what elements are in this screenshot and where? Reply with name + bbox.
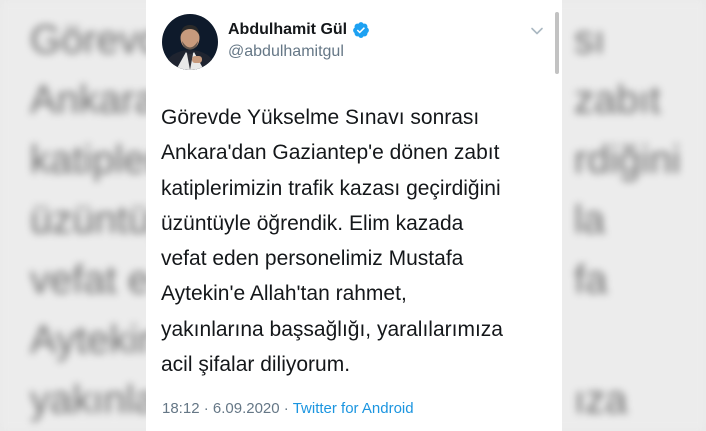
background-text-line: Aytekin bbox=[30, 318, 161, 362]
background-text-line: fa bbox=[574, 258, 608, 302]
author-name-row[interactable]: Abdulhamit Gül bbox=[228, 21, 370, 39]
tweet-footer: 18:12 · 6.09.2020 · Twitter for Android bbox=[162, 400, 414, 417]
background-text-line: ıza bbox=[574, 378, 628, 422]
tweet-source-link[interactable]: Twitter for Android bbox=[293, 400, 414, 417]
author-handle[interactable]: @abdulhamitgul bbox=[228, 43, 344, 61]
chevron-down-icon[interactable] bbox=[530, 24, 544, 38]
tweet-text-line: vefat eden personelimiz Mustafa bbox=[161, 247, 464, 271]
tweet-text-line: acil şifalar diliyorum. bbox=[161, 353, 351, 377]
background-text-line: vefat e bbox=[30, 258, 151, 302]
tweet-text-line: yakınlarına başsağlığı, yaralılarımıza bbox=[161, 317, 503, 341]
separator-dot: · bbox=[203, 400, 209, 417]
background-text-line: Ankara' bbox=[30, 78, 165, 122]
tweet-date[interactable]: 6.09.2020 bbox=[213, 400, 280, 417]
tweet-card: Abdulhamit Gül @abdulhamitgul Görevde Yü… bbox=[146, 0, 562, 431]
tweet-text-line: katiplerimizin trafik kazası geçirdiğini bbox=[161, 176, 501, 200]
avatar[interactable] bbox=[162, 14, 218, 70]
background-text-line: katipler bbox=[30, 138, 159, 182]
separator-dot: · bbox=[283, 400, 289, 417]
background-text-line: rdiğini bbox=[574, 138, 681, 182]
tweet-text-line: Görevde Yükselme Sınavı sonrası bbox=[161, 106, 480, 129]
scrollbar[interactable] bbox=[555, 12, 559, 74]
tweet-text-line: Ankara'dan Gaziantep'e dönen zabıt bbox=[161, 141, 500, 165]
tweet-time[interactable]: 18:12 bbox=[162, 400, 200, 417]
verified-badge-icon bbox=[353, 22, 369, 38]
background-text-line: zabıt bbox=[574, 78, 661, 122]
tweet-text: Görevde Yükselme Sınavı sonrası Ankara'd… bbox=[161, 100, 556, 382]
tweet-text-line: Aytekin'e Allah'tan rahmet, bbox=[161, 282, 407, 306]
background-text-line: la bbox=[574, 198, 606, 242]
background-text-line: yakınla bbox=[30, 378, 157, 422]
tweet-text-line: üzüntüyle öğrendik. Elim kazada bbox=[161, 211, 464, 235]
background-text-line: sı bbox=[574, 18, 606, 62]
author-name[interactable]: Abdulhamit Gül bbox=[228, 21, 347, 39]
